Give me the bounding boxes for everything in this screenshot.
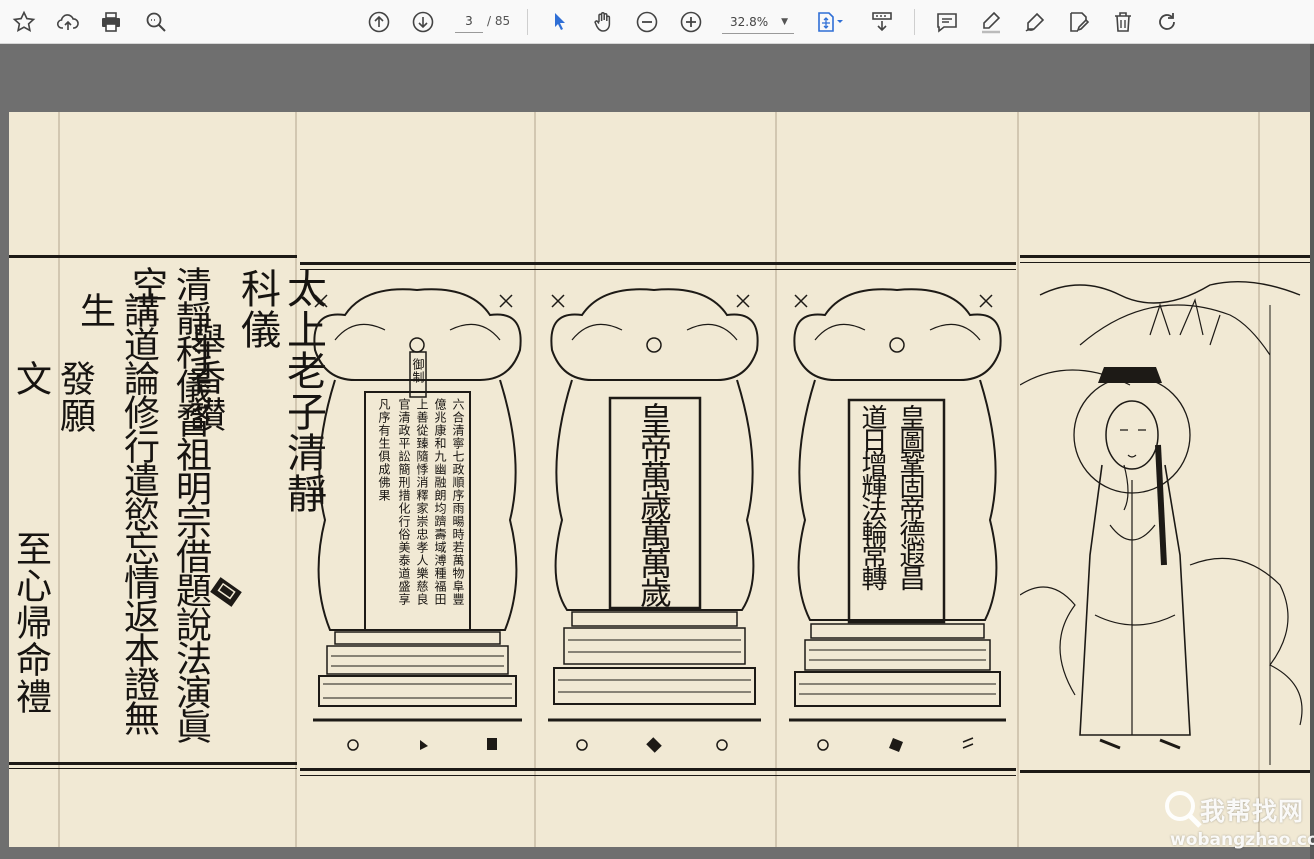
tablet-inscription-col: 官清政平訟簡刑措化行俗美泰道盛享 [397,398,411,606]
laozi-figure-illustration [1020,281,1303,765]
site-watermark: 我帮找网 wobangzhao.com [1162,788,1314,858]
paper-fold [1017,112,1019,847]
tablet-header: 御制 [411,358,425,384]
edit-text-icon[interactable] [1063,6,1095,38]
border-rule [1020,255,1310,258]
tablet-inscription-col: 六合清寧七政順序雨暘時若萬物阜豐 [451,398,465,606]
tablet-inscription-col: 億兆康和九幽融朗均躋壽域溥種福田 [433,398,447,606]
rotate-icon[interactable] [1151,6,1183,38]
page-number-input[interactable] [455,10,483,33]
hand-pan-icon[interactable] [587,6,619,38]
zoom-in-icon[interactable] [675,6,707,38]
highlight-pen-icon[interactable] [975,6,1007,38]
chevron-down-icon: ▼ [781,16,788,27]
draw-pen-icon[interactable] [1019,6,1051,38]
toolbar-divider [914,9,915,35]
seal-stamp-icon [210,577,242,607]
tablet-inscription-col: 道日增輝法輪常轉 [857,404,887,588]
tablet-main-inscription: 皇帝萬歲萬萬歲 [635,402,673,605]
zoom-out-icon[interactable] [631,6,663,38]
select-cursor-icon[interactable] [543,6,575,38]
paper-fold [534,112,536,847]
page-total-label: / 85 [487,14,511,28]
salute-heading: 至心帰命禮 [10,530,51,715]
tablet-inscription-col: 上善從臻隨悸消釋家崇忠孝人樂慈良 [415,398,429,606]
imperial-tablet-left: 御制 六合清寧七政順序雨暘時若萬物阜豐 億兆康和九幽融朗均躋壽域溥種福田 上善從… [305,280,530,760]
magnifier-logo-icon [1165,791,1202,828]
border-rule [300,775,1016,776]
zoom-level-dropdown[interactable]: 32.8% ▼ [722,10,794,34]
print-icon[interactable] [95,6,127,38]
border-rule [9,768,297,769]
zoom-level-value: 32.8% [730,14,769,29]
border-rule [300,262,1016,265]
fit-page-icon[interactable] [810,6,850,38]
next-page-icon[interactable] [407,6,439,38]
imperial-tablet-middle: 皇帝萬歲萬萬歲 [542,280,767,760]
border-rule [9,255,297,258]
border-rule [1020,262,1310,263]
previous-page-icon[interactable] [363,6,395,38]
find-search-icon[interactable] [140,6,172,38]
pdf-toolbar: / 85 32.8% ▼ [0,0,1314,44]
border-rule [1020,770,1310,773]
vow-heading: 發願文 [10,360,95,434]
tablet-inscription-col: 凡序有生俱成佛果 [377,398,391,502]
paper-fold [775,112,777,847]
comment-icon[interactable] [931,6,963,38]
imperial-tablet-right: 皇圖鞏固帝德遐昌 道日增輝法輪常轉 [785,280,1010,760]
toolbar-divider [527,9,528,35]
upload-cloud-icon[interactable] [52,6,84,38]
border-rule [300,269,1016,270]
bookmark-star-icon[interactable] [8,6,40,38]
border-rule [300,768,1016,771]
delete-trash-icon[interactable] [1107,6,1139,38]
scroll-mode-icon[interactable] [866,6,898,38]
paper-fold [58,112,60,847]
watermark-cn: 我帮找网 [1200,797,1305,826]
vertical-scrollbar[interactable] [1310,44,1314,859]
tablet-inscription-col: 皇圖鞏固帝德遐昌 [895,404,925,588]
watermark-en: wobangzhao.com [1170,830,1314,850]
